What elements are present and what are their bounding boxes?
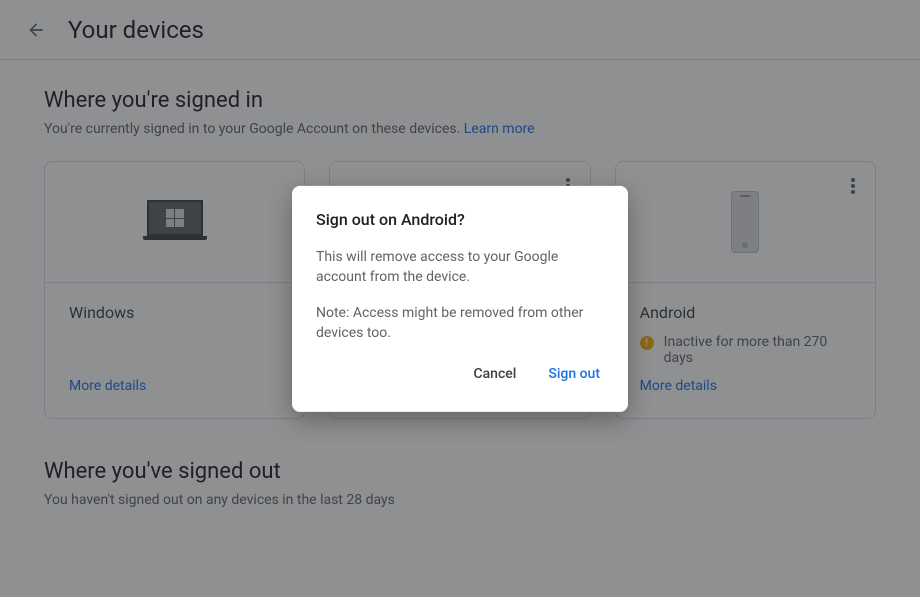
dialog-text-2: Note: Access might be removed from other…	[316, 303, 604, 344]
signout-button[interactable]: Sign out	[544, 360, 604, 388]
dialog-text-1: This will remove access to your Google a…	[316, 246, 604, 287]
dialog-actions: Cancel Sign out	[316, 360, 604, 388]
dialog-title: Sign out on Android?	[316, 209, 604, 228]
cancel-button[interactable]: Cancel	[469, 360, 520, 388]
signout-dialog: Sign out on Android? This will remove ac…	[292, 185, 628, 411]
dialog-body: This will remove access to your Google a…	[316, 246, 604, 343]
